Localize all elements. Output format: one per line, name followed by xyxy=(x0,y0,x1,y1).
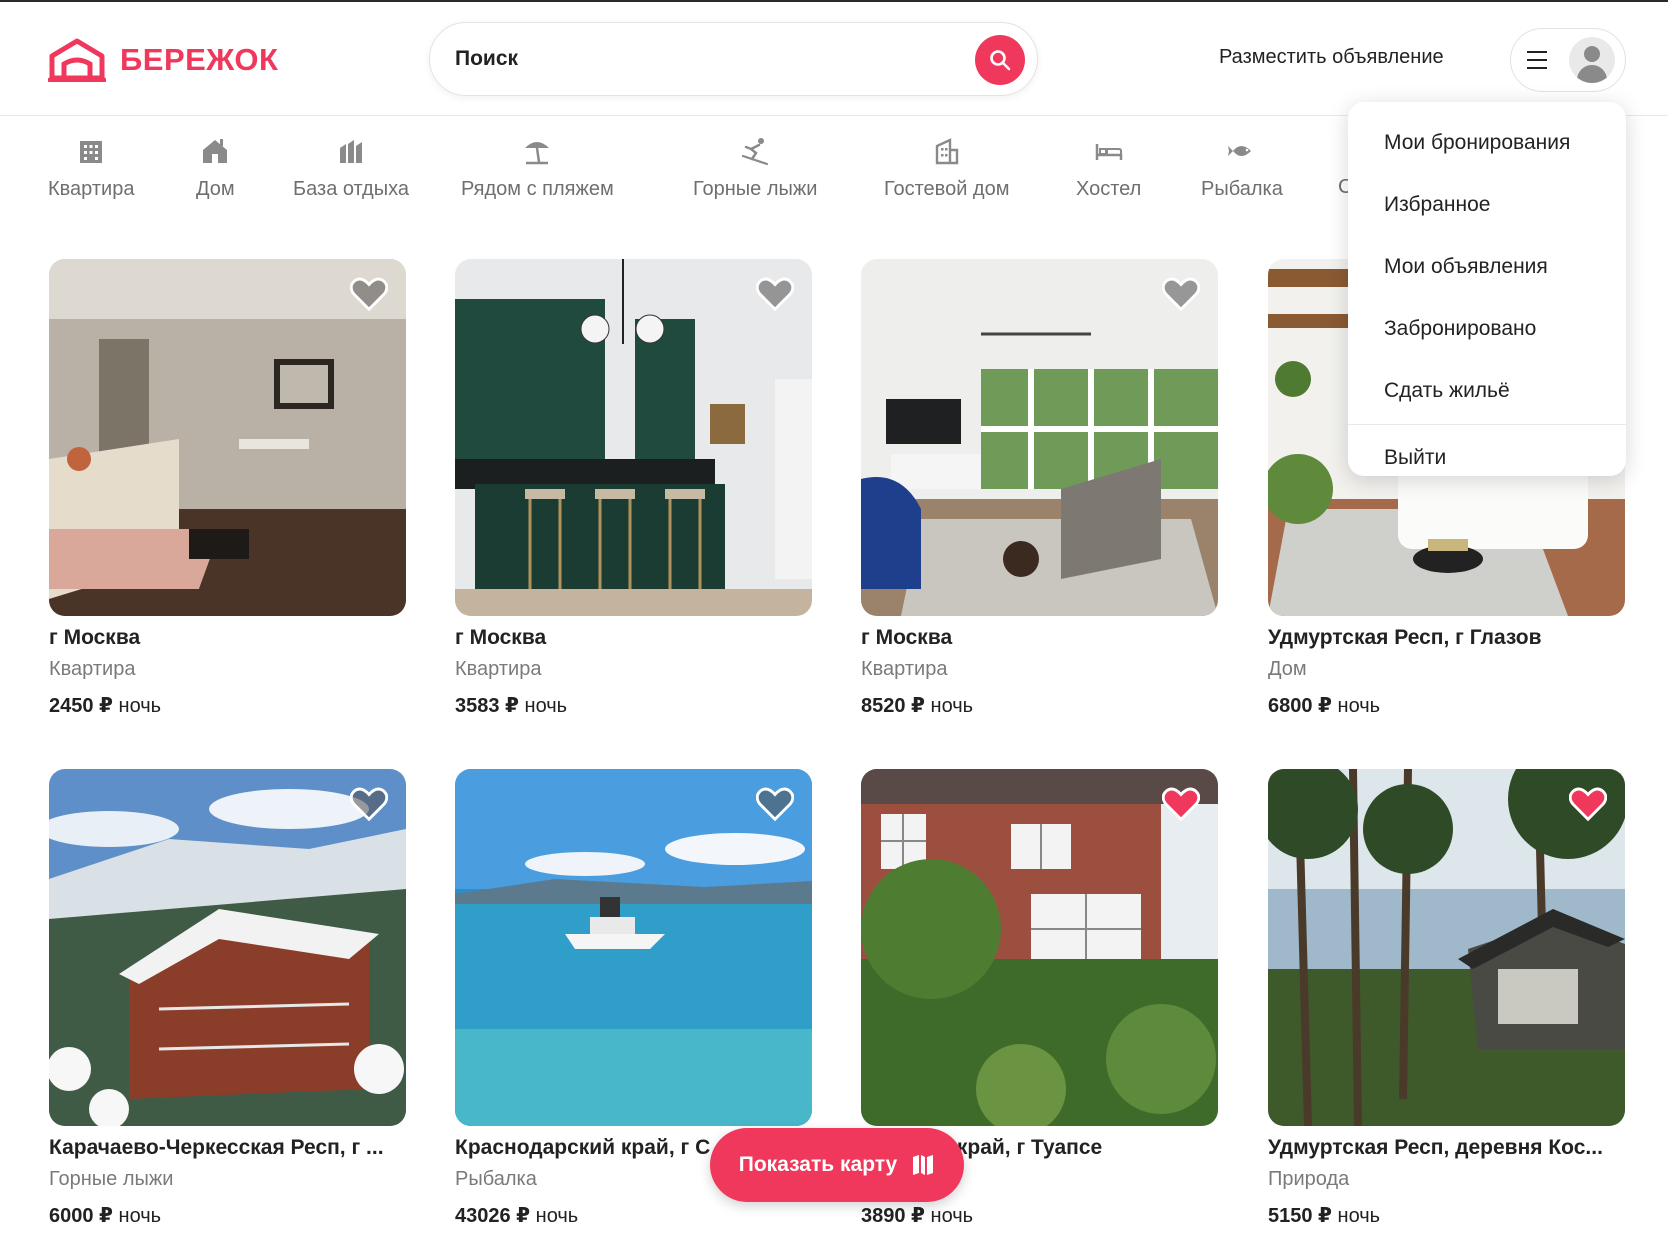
listing-photo[interactable] xyxy=(1268,769,1625,1126)
listing-type: Природа xyxy=(1268,1168,1350,1190)
listing-price: 6800 ₽ ночь xyxy=(1268,695,1381,717)
favorite-heart-icon[interactable] xyxy=(1162,276,1200,312)
show-map-button[interactable]: Показать карту xyxy=(710,1128,964,1202)
search-button[interactable] xyxy=(975,35,1025,85)
apartment-building-icon xyxy=(80,141,103,163)
avatar xyxy=(1569,37,1615,83)
favorite-heart-icon[interactable] xyxy=(350,276,388,312)
skier-icon xyxy=(742,138,769,166)
listing-title: Карачаево-Черкесская Респ, г ... xyxy=(49,1136,384,1159)
listing-title: г Москва xyxy=(49,626,141,649)
menu-item-my-listings[interactable]: Мои объявления xyxy=(1348,236,1626,298)
listing-photo[interactable] xyxy=(49,259,406,616)
favorite-heart-icon[interactable] xyxy=(1162,786,1200,822)
listing-type: Квартира xyxy=(49,658,136,680)
listing-price: 2450 ₽ ночь xyxy=(49,695,162,717)
favorite-heart-icon[interactable] xyxy=(756,276,794,312)
listing-type: Квартира xyxy=(861,658,948,680)
listing-title: г Москва xyxy=(455,626,547,649)
menu-item-favorites[interactable]: Избранное xyxy=(1348,174,1626,236)
user-menu-button[interactable] xyxy=(1510,28,1626,92)
listing-photo[interactable] xyxy=(861,769,1218,1126)
fish-icon xyxy=(1227,146,1251,156)
listing-type: Квартира xyxy=(455,658,542,680)
favorite-heart-icon[interactable] xyxy=(350,786,388,822)
listing-photo[interactable] xyxy=(455,769,812,1126)
search-input[interactable] xyxy=(455,47,925,71)
listing-card[interactable]: г Москва Квартира 2450 ₽ ночь xyxy=(49,259,406,718)
map-icon xyxy=(913,1155,934,1175)
category-resort[interactable]: База отдыха xyxy=(293,136,409,201)
listing-price: 5150 ₽ ночь xyxy=(1268,1205,1381,1227)
listing-type: Горные лыжи xyxy=(49,1168,174,1190)
living-room-photo xyxy=(49,259,406,616)
favorite-heart-icon[interactable] xyxy=(756,786,794,822)
bed-icon xyxy=(1095,144,1122,160)
yacht-lake-photo xyxy=(455,769,812,1126)
category-hostel[interactable]: Хостел xyxy=(1076,136,1141,201)
category-house[interactable]: Дом xyxy=(196,136,235,201)
listing-price: 3583 ₽ ночь xyxy=(455,695,568,717)
header: БЕРЕЖОК Разместить объявление xyxy=(0,2,1668,116)
listing-price: 6000 ₽ ночь xyxy=(49,1205,162,1227)
ski-chalet-photo xyxy=(49,769,406,1126)
search-bar[interactable] xyxy=(429,22,1038,96)
category-bar: Квартира Дом База отдыха Рядом с пляжем … xyxy=(48,136,1352,216)
menu-icon xyxy=(1527,51,1547,69)
menu-divider xyxy=(1348,424,1626,425)
category-fishing[interactable]: Рыбалка xyxy=(1201,136,1283,201)
category-beach[interactable]: Рядом с пляжем xyxy=(461,136,614,201)
listing-card[interactable]: г Москва Квартира 3583 ₽ ночь xyxy=(455,259,812,718)
host-listing-link[interactable]: Разместить объявление xyxy=(1219,46,1444,69)
menu-item-rent-out[interactable]: Сдать жильё xyxy=(1348,360,1626,422)
forest-cabin-photo xyxy=(1268,769,1625,1126)
listing-photo[interactable] xyxy=(49,769,406,1126)
logo-house-icon xyxy=(48,38,106,82)
category-apartment[interactable]: Квартира xyxy=(48,136,134,201)
resort-icon xyxy=(340,140,362,163)
category-guest-house[interactable]: Гостевой дом xyxy=(884,136,1009,201)
show-map-label: Показать карту xyxy=(738,1153,898,1176)
kitchen-photo xyxy=(455,259,812,616)
listing-photo[interactable] xyxy=(861,259,1218,616)
listing-card[interactable]: г Москва Квартира 8520 ₽ ночь xyxy=(861,259,1218,718)
house-icon xyxy=(203,139,228,163)
listing-card[interactable]: Карачаево-Черкесская Респ, г ... Горные … xyxy=(49,769,406,1228)
category-ski[interactable]: Горные лыжи xyxy=(693,136,817,201)
menu-item-logout[interactable]: Выйти xyxy=(1348,427,1626,489)
search-icon xyxy=(990,50,1011,71)
listing-photo[interactable] xyxy=(455,259,812,616)
brand-name: БЕРЕЖОК xyxy=(120,42,279,77)
listing-title: Удмуртская Респ, деревня Кос... xyxy=(1268,1136,1603,1159)
guest-house-icon xyxy=(935,138,958,165)
bright-living-room-photo xyxy=(861,259,1218,616)
menu-item-booked[interactable]: Забронировано xyxy=(1348,298,1626,360)
listing-title: г Москва xyxy=(861,626,953,649)
logo[interactable]: БЕРЕЖОК xyxy=(48,38,278,82)
brick-house-photo xyxy=(861,769,1218,1126)
user-dropdown-menu: Мои бронирования Избранное Мои объявлени… xyxy=(1348,102,1626,476)
menu-item-my-bookings[interactable]: Мои бронирования xyxy=(1348,112,1626,174)
listing-price: 43026 ₽ ночь xyxy=(455,1205,579,1227)
listing-price: 8520 ₽ ночь xyxy=(861,695,974,717)
listing-title: Удмуртская Респ, г Глазов xyxy=(1268,626,1542,649)
listing-card[interactable]: Удмуртская Респ, деревня Кос... Природа … xyxy=(1268,769,1625,1228)
listing-price: 3890 ₽ ночь xyxy=(861,1205,974,1227)
favorite-heart-icon[interactable] xyxy=(1569,786,1607,822)
beach-umbrella-icon xyxy=(525,142,550,165)
listing-type: Дом xyxy=(1268,658,1307,680)
